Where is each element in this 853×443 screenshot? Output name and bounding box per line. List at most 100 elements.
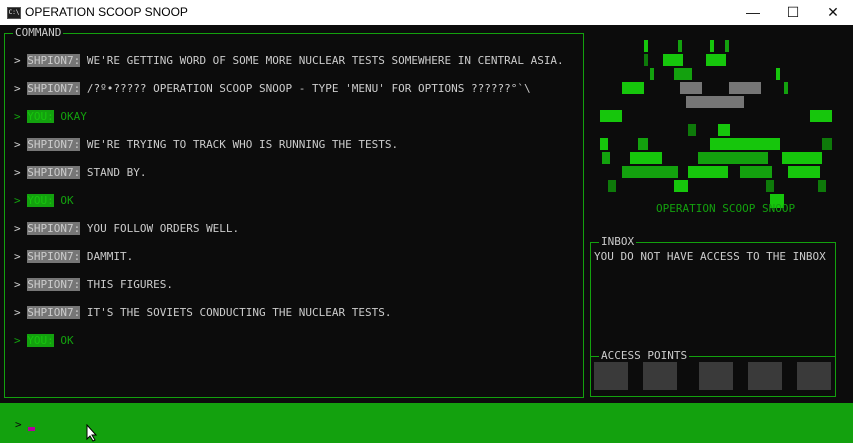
sender-tag: SHPION7:	[27, 54, 81, 67]
pixel-block	[810, 110, 832, 122]
pixel-block	[600, 138, 608, 150]
command-input[interactable]: >	[0, 403, 853, 443]
pixel-block	[600, 110, 622, 122]
pixel-block	[622, 166, 678, 178]
message-text: THIS FIGURES.	[80, 278, 173, 291]
sender-tag: SHPION7:	[27, 166, 81, 179]
access-point-4[interactable]	[748, 362, 782, 390]
access-point-5[interactable]	[797, 362, 831, 390]
message-line: > SHPION7: WE'RE GETTING WORD OF SOME MO…	[14, 54, 574, 68]
pixel-block	[608, 180, 616, 192]
message-log[interactable]: > SHPION7: WE'RE GETTING WORD OF SOME MO…	[14, 54, 574, 362]
message-text: WE'RE GETTING WORD OF SOME MORE NUCLEAR …	[80, 54, 564, 67]
pixel-block	[818, 180, 826, 192]
message-text: STAND BY.	[80, 166, 147, 179]
message-prefix: >	[14, 82, 28, 95]
command-panel: COMMAND > SHPION7: WE'RE GETTING WORD OF…	[4, 26, 584, 398]
art-caption: OPERATION SCOOP SNOOP	[656, 202, 796, 215]
access-point-2[interactable]	[643, 362, 677, 390]
pixel-block	[622, 82, 644, 94]
command-panel-title: COMMAND	[13, 26, 64, 40]
pixel-block	[663, 54, 683, 66]
access-points-title: ACCESS POINTS	[599, 349, 690, 363]
access-point-3[interactable]	[699, 362, 733, 390]
pixel-block	[644, 54, 648, 66]
pixel-block	[638, 138, 648, 150]
message-line: > SHPION7: THIS FIGURES.	[14, 278, 574, 292]
message-prefix: >	[14, 166, 28, 179]
message-line: > YOU: OK	[14, 334, 574, 348]
message-line: > YOU: OK	[14, 194, 574, 208]
message-text: /?º•????? OPERATION SCOOP SNOOP - TYPE '…	[80, 82, 531, 95]
sender-tag: YOU:	[27, 194, 54, 207]
message-text: WE'RE TRYING TO TRACK WHO IS RUNNING THE…	[80, 138, 399, 151]
pixel-block	[740, 166, 772, 178]
text-cursor	[28, 427, 35, 431]
inbox-title: INBOX	[599, 235, 637, 249]
message-line: > SHPION7: YOU FOLLOW ORDERS WELL.	[14, 222, 574, 236]
pixel-block	[822, 138, 832, 150]
message-text: YOU FOLLOW ORDERS WELL.	[80, 222, 240, 235]
message-text: OK	[53, 334, 74, 347]
pixel-block	[686, 96, 744, 108]
pixel-block	[674, 180, 688, 192]
message-text: OKAY	[53, 110, 87, 123]
input-prompt: >	[15, 418, 22, 431]
maximize-button[interactable]: ☐	[773, 0, 813, 25]
message-line: > YOU: OKAY	[14, 110, 574, 124]
sender-tag: SHPION7:	[27, 278, 81, 291]
sender-tag: YOU:	[27, 334, 54, 347]
window-title: OPERATION SCOOP SNOOP	[25, 5, 188, 19]
message-prefix: >	[14, 250, 28, 263]
message-text: OK	[53, 194, 74, 207]
pixel-block	[710, 40, 714, 52]
message-line: > SHPION7: IT'S THE SOVIETS CONDUCTING T…	[14, 306, 574, 320]
pixel-block	[782, 152, 822, 164]
title-bar: C:\ OPERATION SCOOP SNOOP — ☐ ✕	[0, 0, 853, 25]
pixel-block	[729, 82, 761, 94]
message-prefix: >	[14, 306, 28, 319]
pixel-block	[644, 40, 648, 52]
close-button[interactable]: ✕	[813, 0, 853, 25]
pixel-block	[706, 54, 726, 66]
pixel-block	[678, 40, 682, 52]
pixel-block	[602, 152, 610, 164]
message-line: > SHPION7: WE'RE TRYING TO TRACK WHO IS …	[14, 138, 574, 152]
pixel-block	[776, 68, 780, 80]
sender-tag: SHPION7:	[27, 222, 81, 235]
message-prefix: >	[14, 110, 28, 123]
pixel-block	[788, 166, 820, 178]
mouse-pointer-icon	[86, 424, 98, 442]
sender-tag: YOU:	[27, 110, 54, 123]
pixel-block	[698, 152, 768, 164]
pixel-block	[688, 166, 728, 178]
message-prefix: >	[14, 334, 28, 347]
sender-tag: SHPION7:	[27, 82, 81, 95]
message-prefix: >	[14, 138, 28, 151]
pixel-block	[630, 152, 662, 164]
message-prefix: >	[14, 222, 28, 235]
message-text: IT'S THE SOVIETS CONDUCTING THE NUCLEAR …	[80, 306, 392, 319]
access-points-header: ACCESS POINTS	[591, 349, 835, 363]
sender-tag: SHPION7:	[27, 306, 81, 319]
access-point-1[interactable]	[594, 362, 628, 390]
minimize-button[interactable]: —	[733, 0, 773, 25]
inbox-panel: INBOX YOU DO NOT HAVE ACCESS TO THE INBO…	[590, 235, 836, 397]
console-app-icon: C:\	[7, 7, 21, 19]
pixel-block	[725, 40, 729, 52]
console-area: COMMAND > SHPION7: WE'RE GETTING WORD OF…	[0, 25, 853, 403]
message-line: > SHPION7: /?º•????? OPERATION SCOOP SNO…	[14, 82, 574, 96]
message-line: > SHPION7: DAMMIT.	[14, 250, 574, 264]
pixel-block	[688, 124, 696, 136]
pixel-block	[650, 68, 654, 80]
pixel-block	[718, 124, 730, 136]
pixel-block	[784, 82, 788, 94]
sender-tag: SHPION7:	[27, 138, 81, 151]
sender-tag: SHPION7:	[27, 250, 81, 263]
message-prefix: >	[14, 278, 28, 291]
message-prefix: >	[14, 194, 28, 207]
pixel-block	[710, 138, 780, 150]
inbox-message: YOU DO NOT HAVE ACCESS TO THE INBOX	[594, 250, 826, 263]
pixel-block	[674, 68, 692, 80]
pixel-block	[766, 180, 774, 192]
